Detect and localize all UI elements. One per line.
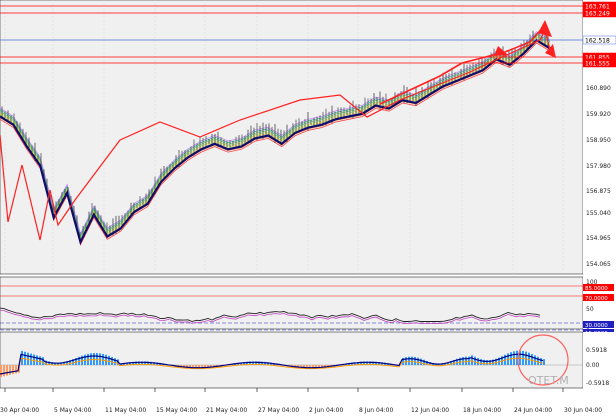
time-label: 12 Jun 04:00 xyxy=(411,407,449,414)
price-tick-label: 159.920 xyxy=(586,111,611,118)
macd-bar xyxy=(39,356,41,365)
price-tick-label: 156.875 xyxy=(586,188,611,195)
macd-bar xyxy=(12,365,14,375)
time-label: 24 Jun 04:00 xyxy=(514,407,552,414)
macd-bar xyxy=(420,358,422,365)
macd-axis: 0.5918 0.00 -0.5918 xyxy=(583,332,616,388)
macd-bar xyxy=(33,354,35,365)
rsi-tag-label: 30.0000 xyxy=(585,323,608,329)
price-tick-label: 158.950 xyxy=(586,137,611,144)
trading-chart[interactable]: 160.890 159.920 158.950 157.980 156.875 155.0… xyxy=(0,0,616,416)
macd-tick-bottom: -0.5918 xyxy=(586,380,609,387)
macd-bar xyxy=(477,358,479,365)
macd-tick-zero: 0.00 xyxy=(586,362,600,369)
price-tag-label: 163.249 xyxy=(585,11,610,18)
price-tag-label: 162.518 xyxy=(585,38,610,45)
price-panel[interactable] xyxy=(0,0,584,275)
macd-bar xyxy=(114,358,116,365)
macd-bar xyxy=(111,356,113,365)
price-level-tag: 161.555 xyxy=(582,58,616,68)
macd-bar xyxy=(6,365,8,376)
rsi-panel[interactable] xyxy=(0,276,584,331)
macd-tick-top: 0.5918 xyxy=(586,347,607,354)
time-label: 8 Jun 04:00 xyxy=(359,407,393,414)
macd-bar xyxy=(36,355,38,365)
macd-bar xyxy=(543,359,545,365)
price-axis: 160.890 159.920 158.950 157.980 156.875 155.0… xyxy=(582,0,616,274)
time-label: 21 May 04:00 xyxy=(206,407,247,414)
macd-bar xyxy=(0,365,2,377)
price-tick-label: 154.065 xyxy=(586,261,611,268)
rsi-tag-label: 85.0000 xyxy=(585,286,608,292)
time-label: 2 Jun 04:00 xyxy=(309,407,343,414)
rsi-tag-label: 70.0000 xyxy=(585,296,608,302)
time-label: 30 Jun 04:00 xyxy=(564,407,602,414)
price-tick-label: 155.040 xyxy=(586,210,611,217)
macd-bar xyxy=(465,356,467,365)
price-level-tag: 163.249 xyxy=(582,8,616,18)
macd-bar xyxy=(3,365,5,377)
macd-bar xyxy=(15,365,17,374)
price-tick-label: 160.890 xyxy=(586,85,611,92)
macd-bar xyxy=(474,356,476,365)
time-label: 27 May 04:00 xyxy=(258,407,299,414)
time-label: 30 Apr 04:00 xyxy=(0,407,39,414)
price-level-tag: 162.518 xyxy=(582,35,616,45)
time-label: 5 May 04:00 xyxy=(54,407,92,414)
macd-bar xyxy=(405,357,407,365)
macd-bar xyxy=(480,359,482,365)
macd-bar xyxy=(531,353,533,365)
macd-bar xyxy=(30,353,32,365)
time-label: 18 Jun 04:00 xyxy=(463,407,501,414)
macd-bar xyxy=(9,365,11,375)
macd-bar xyxy=(408,356,410,365)
macd-bar xyxy=(414,356,416,365)
time-label: 15 May 04:00 xyxy=(156,407,197,414)
macd-bar xyxy=(471,355,473,365)
macd-bar xyxy=(537,356,539,365)
macd-bar xyxy=(534,355,536,365)
macd-bar xyxy=(540,358,542,365)
macd-bar xyxy=(411,356,413,365)
macd-bar xyxy=(27,352,29,365)
macd-bar xyxy=(105,354,107,365)
macd-panel[interactable]: OTET.M xyxy=(0,331,584,389)
macd-bar xyxy=(528,352,530,365)
macd-bar xyxy=(108,355,110,365)
watermark: OTET.M xyxy=(528,374,569,387)
price-tag-label: 161.555 xyxy=(585,61,610,68)
macd-bar xyxy=(102,353,104,365)
price-tick-label: 157.980 xyxy=(586,163,611,170)
macd-bar xyxy=(99,353,101,365)
price-tick-label: 154.965 xyxy=(586,235,611,242)
macd-bar xyxy=(417,357,419,365)
rsi-axis: 10050085.000070.000030.000015.0000 xyxy=(583,277,616,337)
rsi-tick-label: 50 xyxy=(586,306,594,313)
time-label: 11 May 04:00 xyxy=(105,407,146,414)
